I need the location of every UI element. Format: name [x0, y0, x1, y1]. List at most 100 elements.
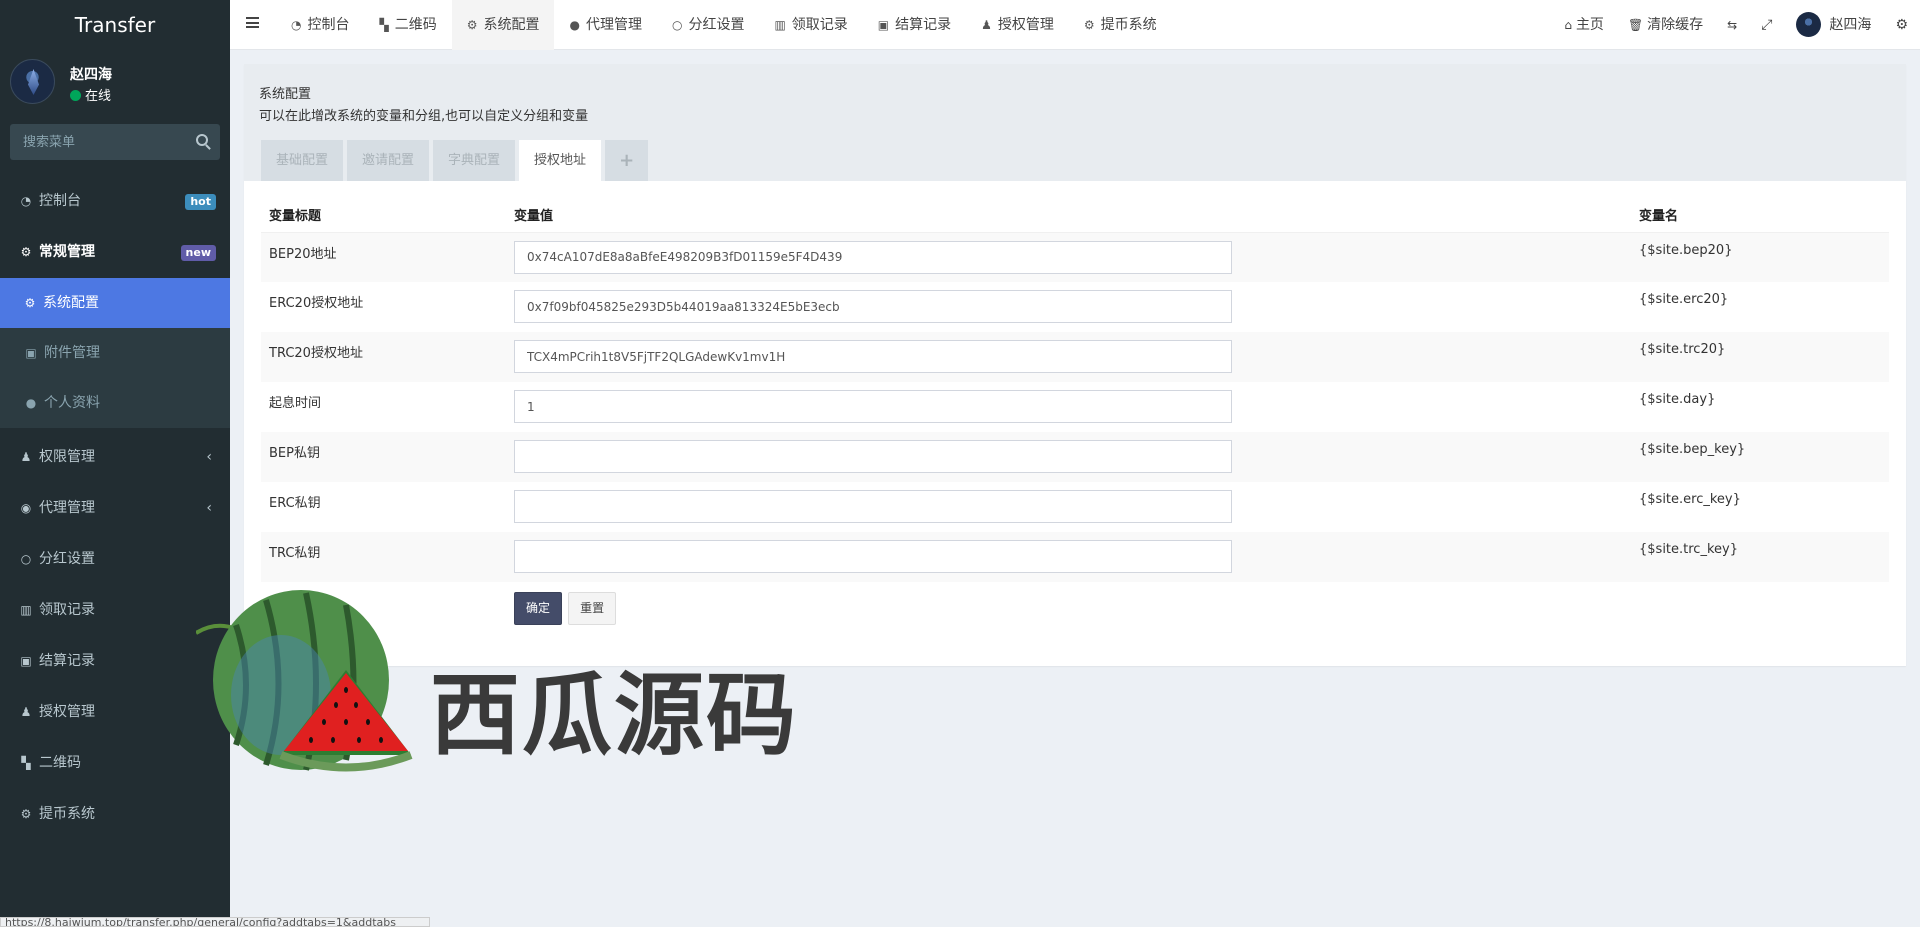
user-menu[interactable]: 赵四海	[1784, 0, 1883, 50]
user-icon: ●	[25, 396, 37, 410]
config-tabs: 基础配置 邀请配置 字典配置 授权地址 +	[261, 140, 652, 181]
erc20-address-input[interactable]	[514, 290, 1232, 323]
gear-icon: ⚙	[1083, 18, 1095, 32]
interest-day-input[interactable]	[514, 390, 1232, 423]
variable-value-cell	[506, 332, 1631, 382]
variable-name: {$site.trc20}	[1631, 332, 1889, 382]
chevron-left-icon: ‹	[206, 449, 212, 465]
sidebar-item-label: 分红设置	[39, 551, 95, 567]
tab-invite-config[interactable]: 邀请配置	[347, 140, 430, 181]
tab-auth-address[interactable]: 授权地址	[519, 140, 602, 181]
search-input[interactable]	[10, 124, 220, 160]
add-group-button[interactable]: +	[605, 140, 649, 181]
tab-label: 分红设置	[688, 17, 745, 33]
tab-label: 二维码	[394, 17, 437, 33]
clear-cache-button[interactable]: 🗑 清除缓存	[1616, 0, 1715, 50]
tab-dividend[interactable]: ○ 分红设置	[657, 0, 759, 50]
tab-label: 系统配置	[483, 17, 540, 33]
bar-chart-icon: ▥	[20, 603, 32, 617]
sidebar: Transfer 赵四海 在线 ◔ 控制台 hot ⚙ 常规管理 new ⚙ 系统配置…	[0, 0, 230, 927]
tab-agent[interactable]: ● 代理管理	[554, 0, 656, 50]
erc-key-input[interactable]	[514, 490, 1232, 523]
home-icon: ⌂	[1564, 18, 1572, 32]
sidebar-item-dashboard[interactable]: ◔ 控制台 hot	[0, 176, 230, 227]
tab-qrcode[interactable]: ▚ 二维码	[364, 0, 451, 50]
column-header: 变量标题	[261, 197, 506, 233]
avatar	[10, 59, 55, 104]
variable-value-cell	[506, 482, 1631, 532]
tab-basic-config[interactable]: 基础配置	[261, 140, 344, 181]
tab-dashboard[interactable]: ◔ 控制台	[276, 0, 364, 50]
circle-icon: ○	[20, 552, 32, 566]
table-row: BEP20地址 {$site.bep20}	[261, 232, 1889, 282]
app-brand[interactable]: Transfer	[0, 0, 230, 50]
avatar	[1796, 12, 1822, 37]
variable-name: {$site.bep20}	[1631, 232, 1889, 282]
top-navbar: ◔ 控制台 ▚ 二维码 ⚙ 系统配置 ● 代理管理 ○ 分红设置 ▥ 领取记录 ▣ 结算记录 …	[230, 0, 1920, 50]
search-icon[interactable]	[196, 134, 208, 146]
tab-dict-config[interactable]: 字典配置	[433, 140, 516, 181]
online-dot-icon	[70, 90, 81, 101]
fullscreen-button[interactable]: ⤢	[1749, 0, 1784, 50]
table-row: ERC私钥 {$site.erc_key}	[261, 482, 1889, 532]
tab-label: 授权管理	[997, 17, 1054, 33]
variable-title: 起息时间	[269, 396, 322, 411]
sidebar-item-label: 结算记录	[39, 653, 95, 669]
sidebar-item-general[interactable]: ⚙ 常规管理 new	[0, 227, 230, 278]
user-status-label: 在线	[85, 89, 112, 104]
empty-cell	[1631, 582, 1889, 632]
menu-toggle-icon[interactable]	[246, 17, 259, 28]
dashboard-icon: ◔	[20, 194, 32, 208]
tab-label: 代理管理	[585, 17, 642, 33]
variable-title: ERC私钥	[269, 496, 321, 511]
variable-title: TRC20授权地址	[261, 332, 506, 382]
page-title: 系统配置	[259, 87, 312, 102]
sidebar-subitem-label: 系统配置	[43, 295, 99, 311]
settings-button[interactable]: ⚙	[1883, 0, 1920, 50]
tab-claim-records[interactable]: ▥ 领取记录	[759, 0, 862, 50]
variable-name: {$site.erc20}	[1639, 292, 1729, 307]
sidebar-subitem-config[interactable]: ⚙ 系统配置	[0, 278, 230, 328]
group-icon: ♟	[20, 705, 32, 719]
trc20-address-input[interactable]	[514, 340, 1232, 373]
tab-label: 领取记录	[791, 17, 848, 33]
qrcode-icon: ▚	[379, 18, 389, 32]
translate-button[interactable]: ⇆	[1715, 0, 1749, 50]
clear-cache-label: 清除缓存	[1647, 17, 1704, 33]
dashboard-icon: ◔	[291, 18, 302, 32]
table-row: TRC私钥 {$site.trc_key}	[261, 532, 1889, 582]
fullscreen-icon: ⤢	[1761, 17, 1773, 33]
variable-title: BEP20地址	[261, 232, 506, 282]
user-circle-icon: ◉	[20, 501, 32, 515]
circle-icon: ○	[671, 18, 683, 32]
group-icon: ♟	[981, 18, 992, 32]
table-row: BEP私钥 {$site.bep_key}	[261, 432, 1889, 482]
tab-settlement[interactable]: ▣ 结算记录	[863, 0, 966, 50]
trc-key-input[interactable]	[514, 540, 1232, 573]
bep-key-input[interactable]	[514, 440, 1232, 473]
new-badge: new	[180, 245, 216, 261]
sidebar-subitem-label: 个人资料	[44, 395, 100, 411]
variable-name: {$site.bep_key}	[1631, 432, 1889, 482]
table-row: 起息时间 {$site.day}	[261, 382, 1889, 432]
sidebar-item-auth[interactable]: ♟ 权限管理 ‹	[0, 432, 230, 483]
translate-icon: ⇆	[1727, 18, 1738, 32]
config-panel: 系统配置 可以在此增改系统的变量和分组,也可以自定义分组和变量 基础配置 邀请配…	[244, 64, 1906, 666]
config-table: 变量标题 变量值 变量名 BEP20地址 {$site.bep20} ERC20…	[261, 197, 1889, 632]
variable-value-cell	[506, 282, 1631, 332]
bar-chart-icon: ▥	[774, 18, 786, 32]
bep20-address-input[interactable]	[514, 240, 1232, 274]
sidebar-item-agent[interactable]: ◉ 代理管理 ‹	[0, 483, 230, 534]
home-link[interactable]: ⌂ 主页	[1552, 0, 1616, 50]
image-icon: ▣	[25, 346, 37, 360]
sidebar-subitem-attachment[interactable]: ▣ 附件管理	[0, 328, 230, 378]
sidebar-item-withdraw[interactable]: ⚙ 提币系统	[0, 789, 230, 840]
sidebar-subitem-profile[interactable]: ● 个人资料	[0, 378, 230, 428]
tab-withdraw[interactable]: ⚙ 提币系统	[1069, 0, 1172, 50]
sidebar-item-dividend[interactable]: ○ 分红设置	[0, 534, 230, 585]
sidebar-item-label: 授权管理	[39, 704, 95, 720]
hot-badge: hot	[185, 194, 216, 210]
variable-name: {$site.erc_key}	[1639, 492, 1741, 507]
tab-authorization[interactable]: ♟ 授权管理	[966, 0, 1069, 50]
tab-system-config[interactable]: ⚙ 系统配置	[451, 0, 555, 50]
